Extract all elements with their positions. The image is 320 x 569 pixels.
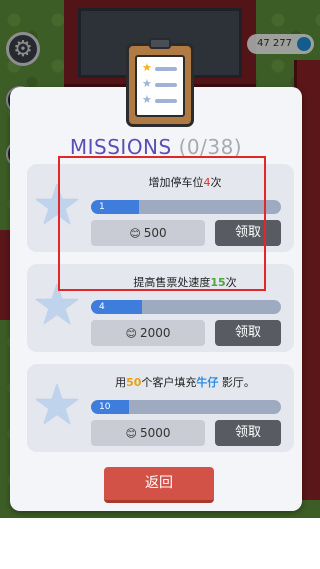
checklist-line: [155, 67, 177, 71]
checklist-row: ★: [142, 61, 180, 74]
reward-display: 😊 5000: [91, 420, 205, 446]
mission-target: 50: [126, 376, 142, 389]
star-icon: ★: [142, 61, 152, 74]
star-icon: ★: [31, 373, 83, 438]
mission-progress-bar: 10: [91, 400, 281, 414]
progress-value: 4: [99, 302, 105, 312]
clipboard-clip: [149, 38, 171, 49]
checklist-line: [155, 99, 177, 103]
mission-description: 用50个客户填充牛仔 影厅。: [87, 376, 283, 390]
mission-card: ★ 用50个客户填充牛仔 影厅。 10 😊 5000 领取: [27, 364, 294, 452]
progress-value: 10: [99, 402, 111, 412]
star-icon: ★: [142, 77, 152, 90]
checklist-row: ★: [142, 77, 180, 90]
claim-button[interactable]: 领取: [215, 320, 281, 346]
smiley-coin-icon: 😊: [125, 327, 137, 340]
mission-text: 用: [115, 376, 127, 389]
claim-button[interactable]: 领取: [215, 420, 281, 446]
reward-display: 😊 2000: [91, 320, 205, 346]
star-icon: ★: [142, 93, 152, 106]
mission-text: 影厅。: [218, 376, 255, 389]
clipboard-paper: ★ ★ ★: [135, 55, 185, 117]
mission-text: 个客户填充: [141, 376, 197, 389]
mission-hall-name: 牛仔: [196, 376, 219, 389]
mission-progress-bar: 4: [91, 300, 281, 314]
checklist-line: [155, 83, 177, 87]
clipboard-icon: ★ ★ ★: [126, 38, 194, 127]
annotation-highlight-frame: [58, 156, 266, 291]
back-button[interactable]: 返回: [104, 467, 214, 503]
checklist-row: ★: [142, 93, 180, 106]
smiley-coin-icon: 😊: [125, 427, 137, 440]
reward-amount: 5000: [139, 426, 171, 440]
reward-amount: 2000: [139, 326, 171, 340]
